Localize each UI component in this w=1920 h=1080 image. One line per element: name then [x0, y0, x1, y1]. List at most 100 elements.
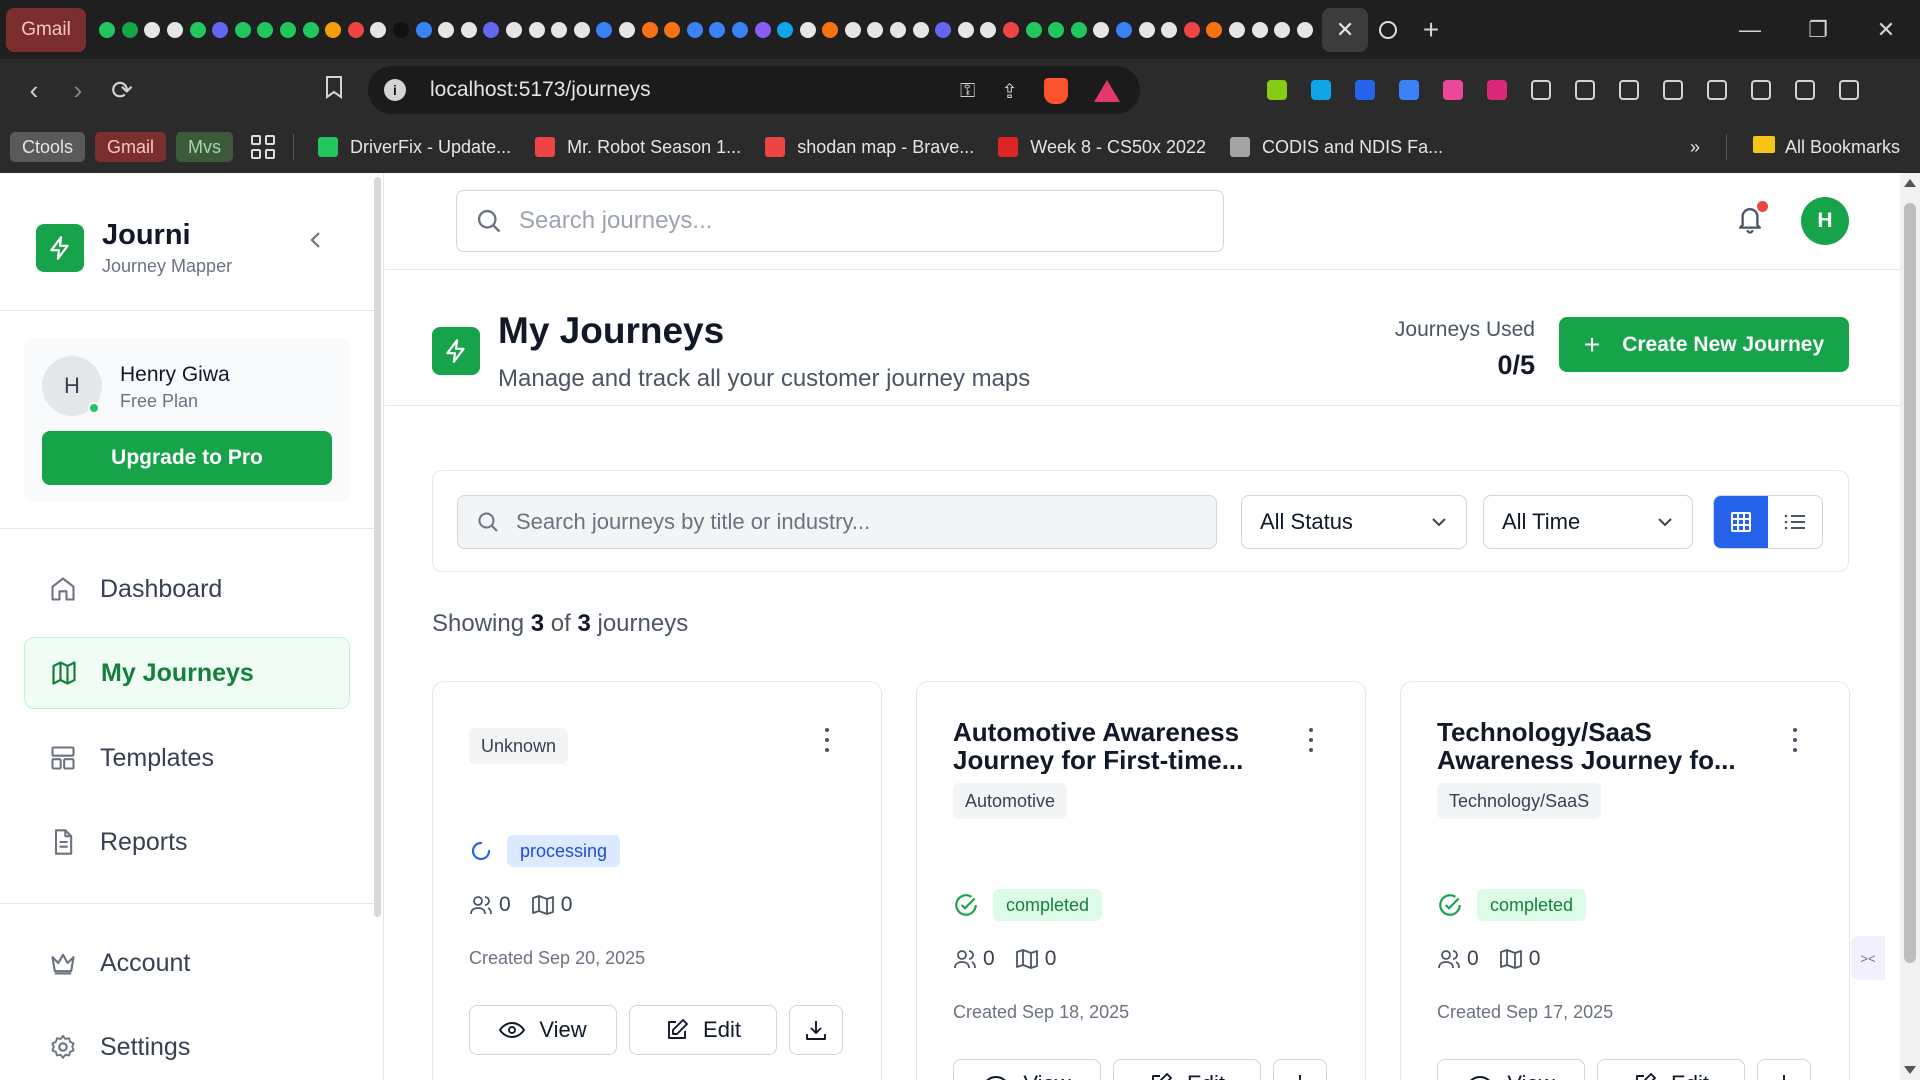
notification-bell-icon[interactable]: [1735, 201, 1768, 235]
pinned-tab-favicon[interactable]: [412, 19, 435, 41]
leo-icon[interactable]: [1614, 75, 1644, 105]
pinned-tab-favicon[interactable]: [887, 19, 910, 41]
pinned-tab-favicon[interactable]: [1113, 19, 1136, 41]
bookmark-link[interactable]: Mr. Robot Season 1...: [535, 137, 741, 158]
pinned-tab-favicon[interactable]: [186, 19, 209, 41]
upgrade-button[interactable]: Upgrade to Pro: [42, 431, 332, 485]
pinned-tab-favicon[interactable]: [322, 19, 345, 41]
pinned-tab-favicon[interactable]: [1248, 19, 1271, 41]
list-view-icon[interactable]: [1768, 496, 1822, 548]
view-button[interactable]: View: [953, 1059, 1101, 1080]
pinned-tab-favicon[interactable]: [683, 19, 706, 41]
pinned-tab-favicon[interactable]: [435, 19, 458, 41]
brave-rewards-icon[interactable]: [1094, 80, 1120, 102]
vpn-icon[interactable]: [1790, 75, 1820, 105]
edit-button[interactable]: Edit: [1597, 1059, 1745, 1080]
pinned-tab-favicon[interactable]: [1022, 19, 1045, 41]
maximize-icon[interactable]: ❐: [1784, 17, 1852, 43]
bookmark-link[interactable]: Week 8 - CS50x 2022: [998, 137, 1206, 158]
pinned-tab-favicon[interactable]: [548, 19, 571, 41]
wallet-icon[interactable]: [1702, 75, 1732, 105]
pinned-tab-favicon[interactable]: [1158, 19, 1181, 41]
figma-extension-icon[interactable]: [1438, 75, 1468, 105]
ublock-extension-icon[interactable]: [1482, 75, 1512, 105]
pinned-tab-favicon[interactable]: [164, 19, 187, 41]
pinned-tab-favicon[interactable]: [1045, 19, 1068, 41]
time-select[interactable]: All Time: [1483, 495, 1693, 549]
pinned-tab-favicon[interactable]: [1135, 19, 1158, 41]
pinned-tab-favicon[interactable]: [367, 19, 390, 41]
bookmark-icon[interactable]: [312, 75, 356, 106]
share-icon[interactable]: ⇪: [1001, 79, 1018, 104]
more-options-icon[interactable]: [1301, 728, 1321, 752]
pinned-tab-favicon[interactable]: [729, 19, 752, 41]
pinned-tab-favicon[interactable]: [503, 19, 526, 41]
bookmark-folder-chip[interactable]: Mvs: [176, 132, 234, 162]
edit-button[interactable]: Edit: [629, 1005, 777, 1055]
menu-icon[interactable]: [1834, 75, 1864, 105]
pinned-tab-favicon[interactable]: [345, 19, 368, 41]
download-button[interactable]: [1273, 1059, 1327, 1080]
pinned-tab-favicon[interactable]: [232, 19, 255, 41]
pinned-tab-favicon[interactable]: [525, 19, 548, 41]
devtools-toggle-tab[interactable]: ><: [1851, 936, 1885, 980]
sidebar-item-my-journeys[interactable]: My Journeys: [24, 637, 350, 709]
omnibox[interactable]: i localhost:5173/journeys ⚿ ⇪: [368, 66, 1140, 114]
copilot-extension-icon[interactable]: [1394, 75, 1424, 105]
collapse-sidebar-icon[interactable]: [300, 225, 330, 255]
brave-shields-icon[interactable]: [1044, 78, 1068, 104]
puzzle-extensions-icon[interactable]: [1526, 75, 1556, 105]
bookmark-link[interactable]: shodan map - Brave...: [765, 137, 974, 158]
url-text[interactable]: localhost:5173/journeys: [430, 78, 651, 102]
pinned-tab-favicon[interactable]: [977, 19, 1000, 41]
reader-icon[interactable]: [1570, 75, 1600, 105]
pinned-tab-favicon[interactable]: [1000, 19, 1023, 41]
pinned-tab-favicon[interactable]: [616, 19, 639, 41]
forward-icon[interactable]: ›: [56, 75, 100, 106]
pinned-tab-favicon[interactable]: [1203, 19, 1226, 41]
minimize-icon[interactable]: —: [1716, 17, 1784, 43]
pinned-tab-favicon[interactable]: [864, 19, 887, 41]
reload-icon[interactable]: ⟳: [100, 75, 144, 106]
download-button[interactable]: [789, 1005, 843, 1055]
global-search[interactable]: [456, 190, 1224, 252]
sidebar-item-settings[interactable]: Settings: [24, 1011, 350, 1080]
all-bookmarks-button[interactable]: All Bookmarks: [1752, 136, 1900, 158]
bookmark-link[interactable]: CODIS and NDIS Fa...: [1230, 137, 1443, 158]
pinned-tab-favicon[interactable]: [932, 19, 955, 41]
pinned-tab-favicon[interactable]: [570, 19, 593, 41]
pinned-tab-favicon[interactable]: [1293, 19, 1316, 41]
kanban-extension-icon[interactable]: [1350, 75, 1380, 105]
user-avatar-button[interactable]: H: [1801, 197, 1849, 245]
pinned-tab-favicon[interactable]: [955, 19, 978, 41]
pinned-tab-favicon[interactable]: [638, 19, 661, 41]
pinned-tab-favicon[interactable]: [254, 19, 277, 41]
bookmark-folder-chip[interactable]: Gmail: [95, 132, 167, 162]
site-info-icon[interactable]: i: [384, 79, 406, 101]
pinned-tab-favicon[interactable]: [480, 19, 503, 41]
apps-grid-icon[interactable]: [251, 135, 276, 159]
scroll-down-arrow-icon[interactable]: [1904, 1066, 1916, 1074]
close-tab-icon[interactable]: ✕: [1322, 7, 1369, 52]
pinned-tab-favicon[interactable]: [909, 19, 932, 41]
new-tab-button[interactable]: +: [1416, 14, 1446, 46]
journey-search[interactable]: [457, 495, 1217, 549]
sidebar-item-account[interactable]: Account: [24, 927, 350, 999]
pinned-tab-favicon[interactable]: [96, 19, 119, 41]
scrollbar-thumb[interactable]: [1904, 203, 1916, 963]
pinned-tab-favicon[interactable]: [1090, 19, 1113, 41]
sidebar-scrollbar[interactable]: [374, 177, 381, 917]
view-button[interactable]: View: [1437, 1059, 1585, 1080]
sidebar-item-dashboard[interactable]: Dashboard: [24, 553, 350, 625]
pinned-tab-favicon[interactable]: [1226, 19, 1249, 41]
edit-button[interactable]: Edit: [1113, 1059, 1261, 1080]
download-button[interactable]: [1757, 1059, 1811, 1080]
key-icon[interactable]: ⚿: [960, 80, 975, 103]
pinned-tab-favicon[interactable]: [119, 19, 142, 41]
more-bookmarks-icon[interactable]: »: [1690, 137, 1700, 158]
pinned-tab-favicon[interactable]: [751, 19, 774, 41]
pinned-tab-favicon[interactable]: [390, 19, 413, 41]
sidebar-item-reports[interactable]: Reports: [24, 806, 350, 878]
pinned-tab-favicon[interactable]: [1068, 19, 1091, 41]
bookmark-link[interactable]: DriverFix - Update...: [318, 137, 511, 158]
